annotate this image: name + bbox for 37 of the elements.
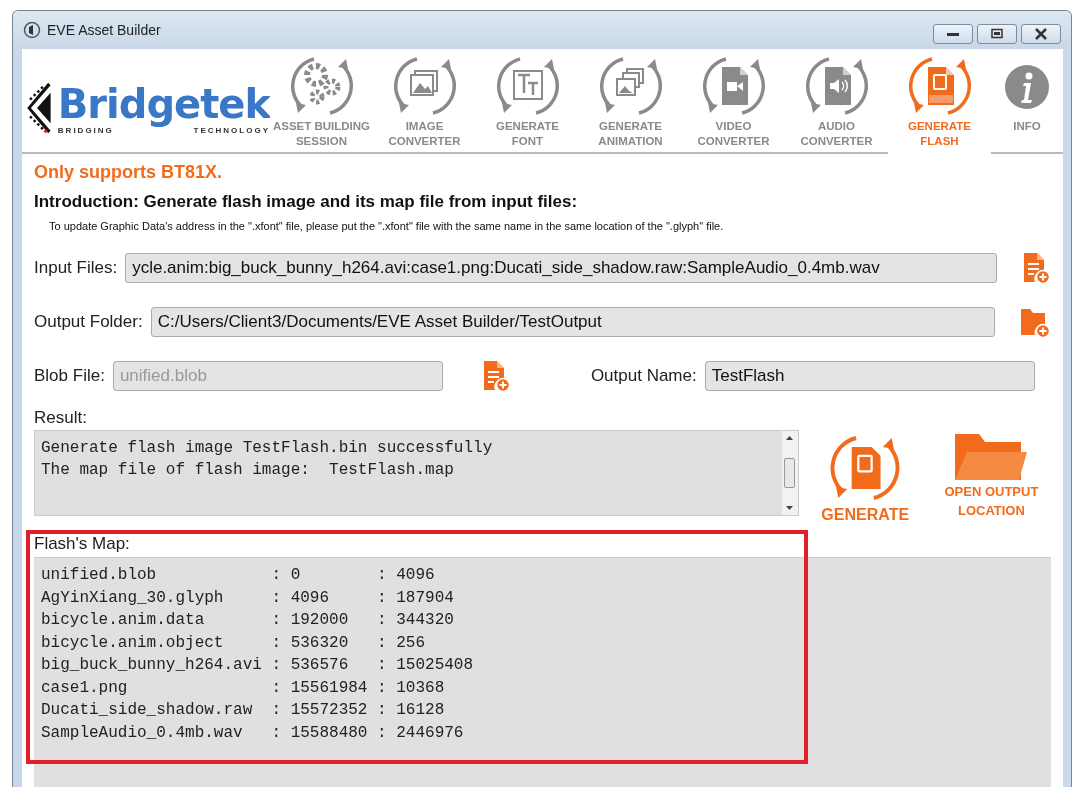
close-icon xyxy=(1034,28,1048,40)
scrollbar[interactable] xyxy=(781,431,798,515)
map-entry: case1.png : 15561984 : 10368 xyxy=(41,677,445,699)
notice-text: Only supports BT81X. xyxy=(34,162,224,183)
hint-text: To update Graphic Data's address in the ".xfont" file, please put the ".xfont" file with the same name in the same location of the ".glyph" file. xyxy=(49,220,725,232)
field-label: Output Name: xyxy=(590,366,697,386)
input-files-field[interactable]: ycle.anim:big_buck_bunny_h264.avi:case1.png:Ducati_side_shadow.raw:SampleAudio_0.4mb.wav xyxy=(125,253,997,283)
window-title: EVE Asset Builder xyxy=(47,22,161,38)
result-log: Generate flash image TestFlash.bin successfully The map file of flash image: TestFlash.map xyxy=(34,430,799,516)
maximize-icon xyxy=(990,28,1004,40)
map-entry: AgYinXiang_30.glyph : 4096 : 187904 xyxy=(41,587,454,609)
result-label: Result: xyxy=(34,408,88,428)
logo-tagline: TECHNOLOGY xyxy=(193,125,270,135)
folder-icon xyxy=(953,432,1030,482)
map-entry: unified.blob : 0 : 4096 xyxy=(41,565,435,586)
field-label: Blob File: xyxy=(34,366,105,386)
map-entry: Ducati_side_shadow.raw : 15572352 : 16128 xyxy=(41,700,445,721)
logo-wordmark: Bridgetek xyxy=(57,81,270,126)
map-entry: bicycle.anim.object : 536320 : 256 xyxy=(41,632,426,654)
close-button[interactable] xyxy=(1021,24,1061,44)
minimize-button[interactable] xyxy=(933,24,973,44)
maximize-button[interactable] xyxy=(977,24,1017,44)
flash-map-label: Flash's Map: xyxy=(34,534,131,554)
map-entry: SampleAudio_0.4mb.wav : 15588480 : 2446976 xyxy=(41,722,464,744)
scroll-up-icon[interactable] xyxy=(785,435,795,441)
minimize-icon xyxy=(946,30,960,38)
logo-tagline: BRIDGING xyxy=(57,125,114,135)
add-file-icon[interactable] xyxy=(1021,251,1051,285)
field-label: Output Folder: xyxy=(34,312,143,332)
introduction-heading: Introduction: Generate flash image and its map file from input files: xyxy=(34,192,579,212)
app-icon xyxy=(23,21,41,39)
map-entry: big_buck_bunny_h264.avi : 536576 : 15025408 xyxy=(41,655,474,676)
scroll-down-icon[interactable] xyxy=(785,505,795,511)
output-name-field[interactable]: TestFlash xyxy=(704,361,1035,391)
map-entry: bicycle.anim.data : 192000 : 344320 xyxy=(41,610,454,631)
field-label: Input Files: xyxy=(34,258,118,278)
output-folder-field[interactable]: C:/Users/Client3/Documents/EVE Asset Builder/TestOutput xyxy=(150,307,995,337)
